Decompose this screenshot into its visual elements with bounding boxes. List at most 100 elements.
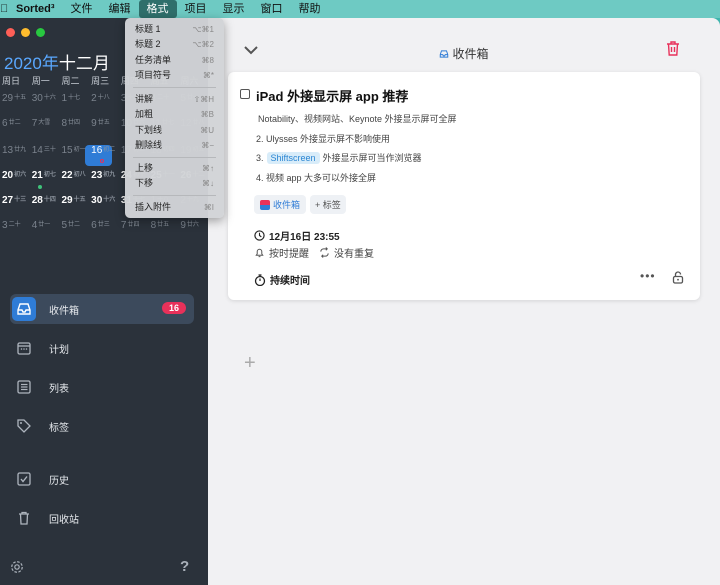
calendar-day[interactable]: 7廿四 (119, 220, 149, 231)
menu-item-underline[interactable]: 下划线 ⌘U (125, 123, 224, 138)
menu-shortcut: ⌘B (200, 110, 214, 119)
calendar-day[interactable]: 5廿二 (59, 220, 89, 231)
calendar-day[interactable]: 14三十 (30, 145, 60, 156)
calendar-day[interactable]: 1十七 (59, 93, 89, 104)
day-number: 30 (91, 195, 103, 206)
menu-item-heading-2[interactable]: 标题 2 ⌥⌘2 (125, 37, 224, 52)
format-menu: 标题 1 ⌥⌘1 标题 2 ⌥⌘2 任务清单 ⌘8 项目符号 ⌘* 讲解 ⇧⌘H 加粗 ⌘B… (125, 18, 224, 218)
calendar-day[interactable]: 16初二 (89, 145, 119, 156)
inbox-tag-icon (260, 199, 270, 210)
menu-item-move-up[interactable]: 上移 ⌘↑ (125, 161, 224, 176)
calendar-day[interactable]: 23初九 (89, 170, 119, 181)
sidebar-item-plan[interactable]: 计划 (10, 333, 194, 363)
add-tag-button[interactable]: + 标签 (310, 195, 346, 214)
menu-help[interactable]: 帮助 (291, 0, 329, 18)
calendar-day[interactable]: 21初七 (30, 170, 60, 181)
menu-format[interactable]: 格式 (138, 0, 177, 18)
day-number: 29 (61, 195, 73, 206)
sidebar-item-inbox[interactable]: 收件箱 16 (10, 294, 194, 324)
delete-trash-icon[interactable] (666, 40, 680, 61)
calendar-day[interactable]: 29十五 (59, 195, 89, 206)
lunar-date: 廿四 (127, 222, 140, 228)
menu-app[interactable]: Sorted³ (10, 0, 63, 18)
task-card[interactable]: iPad 外接显示屏 app 推荐 Notability、视频网站、Keynot… (228, 72, 700, 300)
menu-file[interactable]: 文件 (63, 0, 101, 18)
close-window-button[interactable] (6, 28, 15, 37)
sidebar-item-trash[interactable]: 回收站 (10, 503, 194, 533)
menu-item-strikethrough[interactable]: 删除线 ⌘− (125, 138, 224, 153)
lock-icon[interactable] (672, 271, 684, 289)
sidebar-item-list[interactable]: 列表 (10, 372, 194, 402)
menu-window[interactable]: 窗口 (253, 0, 291, 18)
tag-inbox[interactable]: 收件箱 (254, 195, 307, 214)
menu-project[interactable]: 项目 (177, 0, 215, 18)
day-number: 8 (61, 118, 67, 129)
menu-view[interactable]: 显示 (215, 0, 253, 18)
header-title-text: 收件箱 (452, 47, 489, 61)
sidebar-item-label: 收件箱 (49, 305, 79, 317)
task-duration[interactable]: 持续时间 (254, 272, 310, 287)
minimize-window-button[interactable] (21, 28, 30, 37)
lunar-date: 十五 (14, 95, 27, 101)
calendar-day[interactable]: 3二十 (0, 220, 30, 231)
menu-item-label: 上移 (135, 163, 154, 173)
repeat-option[interactable]: 没有重复 (334, 245, 374, 260)
lunar-date: 十四 (43, 197, 56, 203)
menu-item-explain[interactable]: 讲解 ⇧⌘H (125, 92, 224, 107)
reminder-option[interactable]: 按时提醒 (269, 245, 309, 260)
more-options-icon[interactable]: ••• (640, 269, 656, 283)
add-task-button[interactable]: + (244, 352, 256, 375)
calendar-day[interactable]: 7大雪 (30, 118, 60, 129)
task-title[interactable]: iPad 外接显示屏 app 推荐 (256, 86, 408, 105)
sidebar-item-history[interactable]: 历史 (10, 464, 194, 494)
zoom-window-button[interactable] (36, 28, 45, 37)
day-number: 15 (61, 145, 73, 156)
sidebar-item-tags[interactable]: 标签 (10, 411, 194, 441)
calendar-day[interactable]: 9廿六 (178, 220, 208, 231)
menu-item-heading-1[interactable]: 标题 1 ⌥⌘1 (125, 22, 224, 37)
calendar-day[interactable]: 6廿二 (0, 118, 30, 129)
menu-edit[interactable]: 编辑 (101, 0, 139, 18)
task-datetime[interactable]: 12月16日 23:55 (254, 228, 340, 243)
calendar-day[interactable]: 27十三 (0, 195, 30, 206)
help-icon[interactable]: ? (180, 558, 194, 575)
calendar-day[interactable]: 2十八 (89, 93, 119, 104)
calendar-day[interactable]: 20初六 (0, 170, 30, 181)
calendar-day[interactable]: 28十四 (30, 195, 60, 206)
calendar-day[interactable]: 30十六 (30, 93, 60, 104)
app-name-chip[interactable]: Shiftscreen (266, 152, 320, 164)
main-panel: 收件箱 iPad 外接显示屏 app 推荐 Notability、视频网站、Ke… (208, 18, 720, 585)
event-dot (38, 185, 42, 189)
menu-item-label: 任务清单 (135, 55, 172, 65)
settings-gear-icon[interactable] (10, 560, 24, 574)
day-number: 9 (91, 118, 97, 129)
calendar-icon (12, 336, 36, 360)
sidebar-item-label: 回收站 (49, 514, 79, 526)
day-number: 30 (31, 93, 43, 104)
calendar-day[interactable]: 29十五 (0, 93, 30, 104)
calendar-day[interactable]: 22初八 (59, 170, 89, 181)
sidebar-item-label: 计划 (49, 344, 69, 356)
menu-item-move-down[interactable]: 下移 ⌘↓ (125, 176, 224, 191)
lunar-date: 廿九 (14, 147, 27, 153)
calendar-day[interactable]: 8廿四 (59, 118, 89, 129)
task-checkbox[interactable] (240, 89, 250, 99)
menu-item-insert-attachment[interactable]: 插入附件 ⌘I (125, 200, 224, 215)
window-controls (6, 28, 45, 37)
inbox-small-icon (439, 48, 449, 58)
calendar-day[interactable]: 13廿九 (0, 145, 30, 156)
menu-item-bold[interactable]: 加粗 ⌘B (125, 107, 224, 122)
calendar-day[interactable]: 8廿五 (149, 220, 179, 231)
calendar-day[interactable]: 15初一 (59, 145, 89, 156)
menu-item-checklist[interactable]: 任务清单 ⌘8 (125, 53, 224, 68)
apple-menu-icon[interactable]:  (0, 3, 10, 15)
calendar-day[interactable]: 4廿一 (30, 220, 60, 231)
bell-icon (255, 248, 264, 258)
lunar-date: 二十 (8, 222, 21, 228)
calendar-day[interactable]: 6廿三 (89, 220, 119, 231)
sidebar-item-label: 列表 (49, 383, 69, 395)
calendar-day[interactable]: 9廿五 (89, 118, 119, 129)
calendar-day[interactable]: 30十六 (89, 195, 119, 206)
lunar-date: 三十 (43, 147, 56, 153)
menu-item-bullet[interactable]: 项目符号 ⌘* (125, 68, 224, 83)
